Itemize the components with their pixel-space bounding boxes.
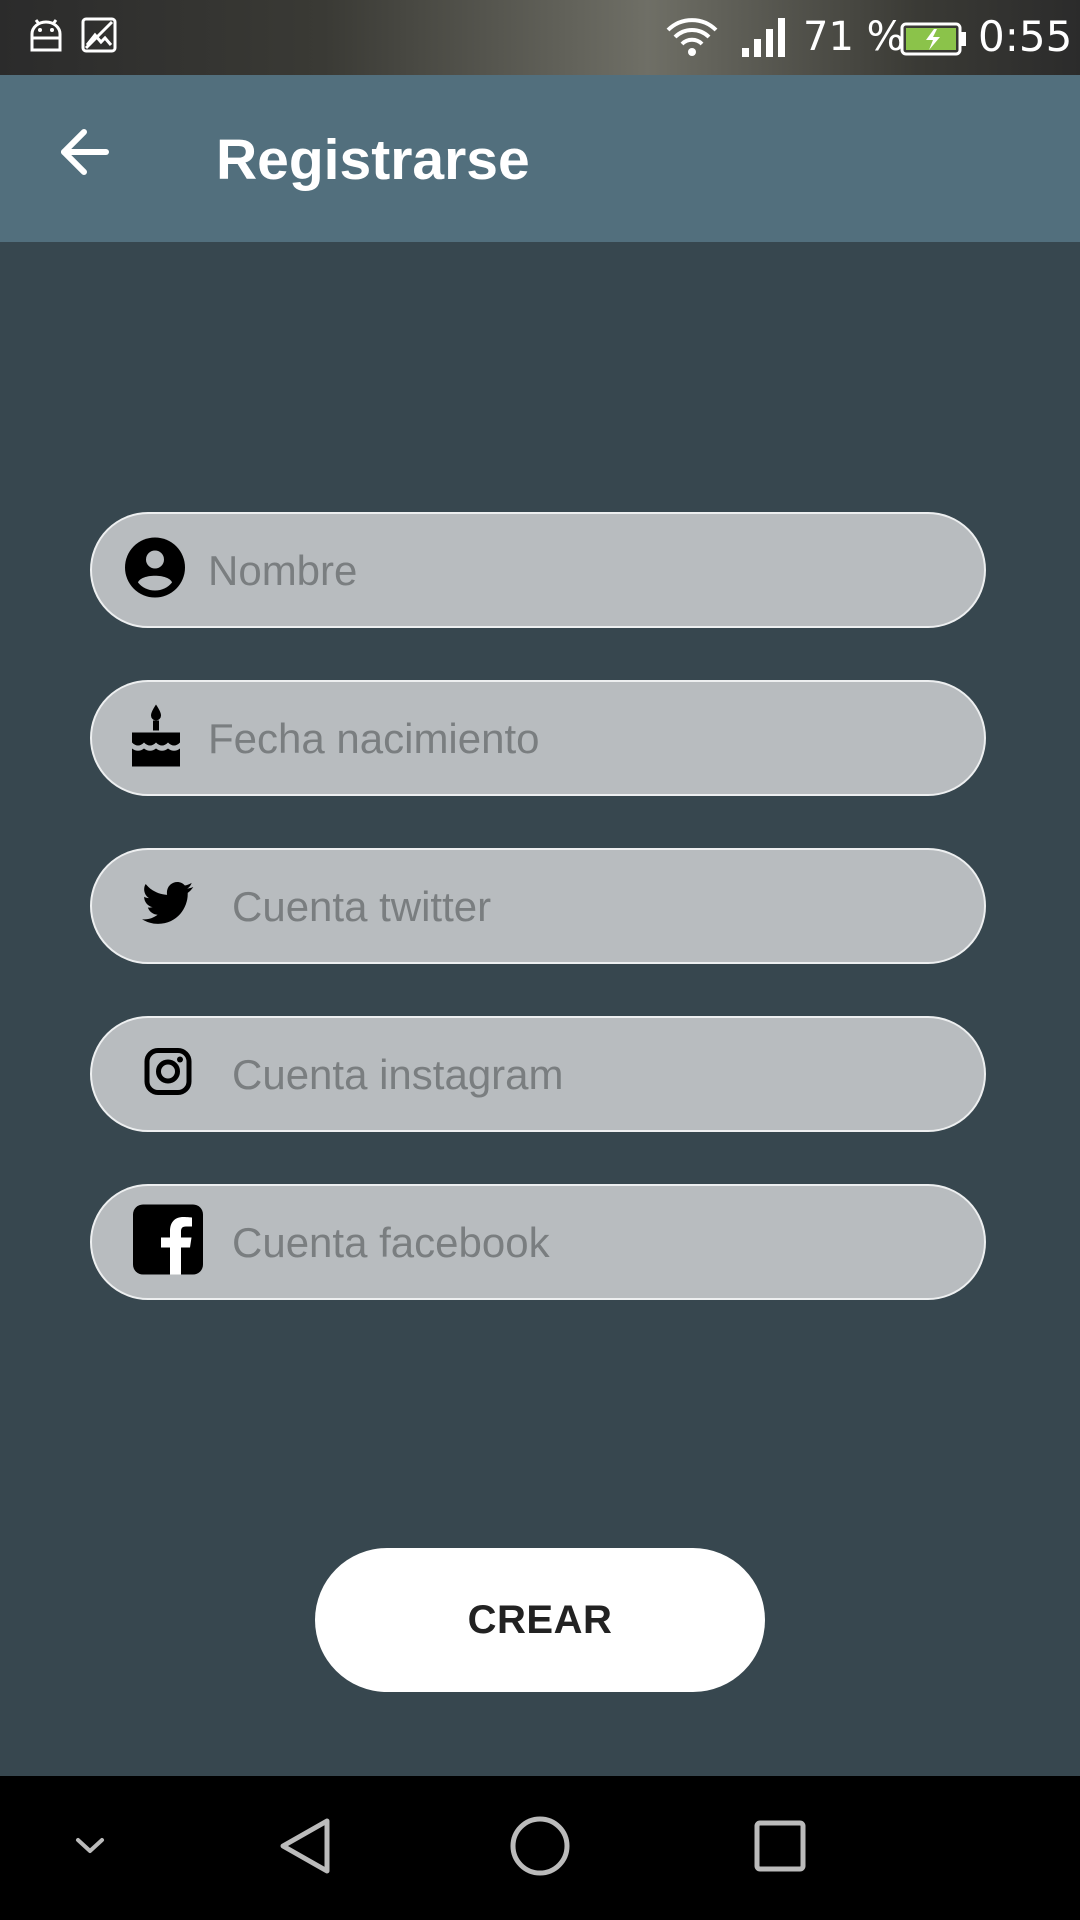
- navigation-bar: [0, 1776, 1080, 1920]
- app-bar: Registrarse: [0, 75, 1080, 242]
- android-debug-icon: [26, 16, 66, 61]
- facebook-field-container: [90, 1184, 986, 1300]
- nav-home-button[interactable]: [490, 1776, 590, 1920]
- twitter-icon: [142, 882, 194, 931]
- birthdate-field-container: [90, 680, 986, 796]
- chevron-down-icon: [74, 1836, 106, 1861]
- create-button[interactable]: CREAR: [315, 1548, 765, 1692]
- name-field-container: [90, 512, 986, 628]
- instagram-input[interactable]: [230, 1018, 944, 1132]
- battery-percent: 71 %: [803, 14, 905, 60]
- wifi-icon: [664, 16, 720, 63]
- instagram-field-container: [90, 1016, 986, 1132]
- facebook-icon: [132, 1204, 204, 1281]
- birthdate-input[interactable]: [206, 682, 944, 796]
- twitter-field-container: [90, 848, 986, 964]
- nav-recents-button[interactable]: [730, 1776, 830, 1920]
- clock: 0:55: [978, 12, 1073, 61]
- nav-recents-icon: [753, 1819, 807, 1878]
- cell-signal-icon: [740, 16, 788, 63]
- page-title: Registrarse: [216, 128, 530, 192]
- name-input[interactable]: [206, 514, 944, 628]
- twitter-input[interactable]: [230, 850, 944, 964]
- cake-icon: [128, 703, 184, 774]
- nav-collapse-button[interactable]: [50, 1776, 130, 1920]
- account-circle-icon: [124, 537, 186, 604]
- facebook-input[interactable]: [230, 1186, 944, 1300]
- back-button[interactable]: [42, 112, 126, 196]
- nav-home-icon: [509, 1815, 571, 1882]
- status-bar: 71 % 0:55: [0, 0, 1080, 75]
- instagram-icon: [144, 1048, 192, 1101]
- arrow-back-icon: [58, 128, 110, 181]
- nav-back-icon: [277, 1816, 333, 1881]
- nav-back-button[interactable]: [255, 1776, 355, 1920]
- image-icon: [80, 16, 118, 59]
- battery-charging-icon: [900, 22, 968, 61]
